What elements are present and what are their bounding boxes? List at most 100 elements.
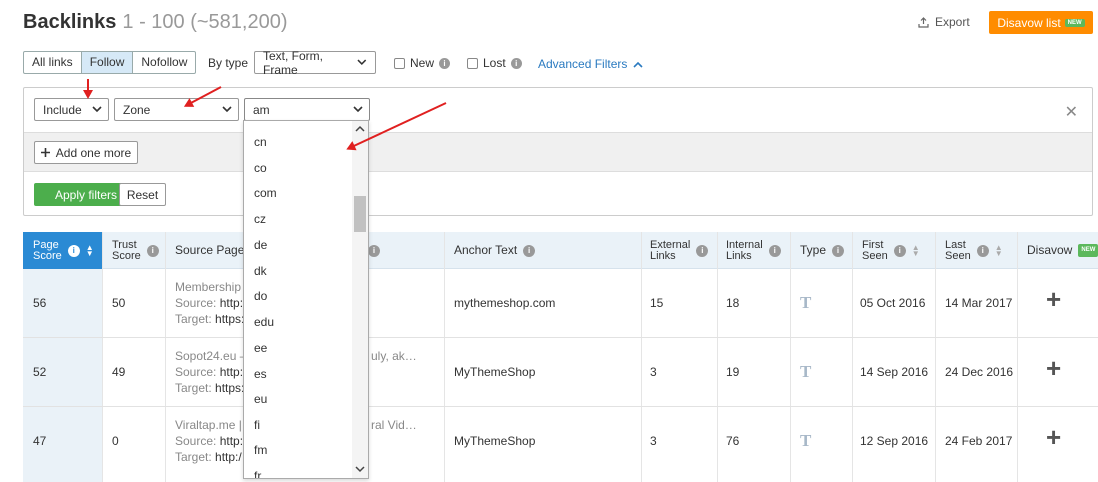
dropdown-scrollbar[interactable] <box>352 121 368 478</box>
last-seen: 24 Feb 2017 <box>945 434 1013 448</box>
new-badge: NEW <box>1064 18 1085 27</box>
zone-value-dropdown-list[interactable]: cn co com cz de dk do edu ee es eu fi fm… <box>243 120 369 479</box>
sort-icon[interactable]: ▲ ▼ <box>995 243 1003 257</box>
last-seen: 24 Dec 2016 <box>945 365 1014 379</box>
advanced-filters-toggle[interactable]: Advanced Filters <box>538 57 643 71</box>
header-trust-score-line2: Score <box>112 249 141 262</box>
source-title-tail: ral Vid… <box>371 418 417 432</box>
include-select[interactable]: Include <box>34 98 109 121</box>
text-type-icon: T <box>800 293 812 312</box>
col-first-seen[interactable]: First Seen i ▲ ▼ <box>862 232 932 269</box>
target-url-link[interactable]: http:/ <box>215 450 242 464</box>
lost-label: Lost <box>483 56 506 70</box>
col-disavow[interactable]: Disavow NEW <box>1027 232 1098 269</box>
lost-checkbox[interactable]: Lost i <box>467 56 522 70</box>
external-links: 3 <box>650 434 657 448</box>
disavow-list-label: Disavow list <box>997 15 1061 30</box>
target-key: Target: <box>175 450 212 464</box>
page-score: 47 <box>33 434 47 448</box>
dropdown-option[interactable]: eu <box>254 392 267 406</box>
zone-value-select[interactable]: am <box>244 98 370 121</box>
info-icon: i <box>696 244 709 257</box>
dropdown-option[interactable]: dk <box>254 264 267 278</box>
new-checkbox-box[interactable] <box>394 57 405 69</box>
header-type: Type <box>800 243 827 257</box>
col-last-seen[interactable]: Last Seen i ▲ ▼ <box>945 232 1015 269</box>
last-seen: 14 Mar 2017 <box>945 296 1013 310</box>
first-seen: 14 Sep 2016 <box>860 365 929 379</box>
header-last-seen-line2: Seen <box>945 249 971 262</box>
sort-icon[interactable]: ▲ ▼ <box>912 243 920 257</box>
info-icon: i <box>510 57 522 69</box>
add-disavow-icon[interactable]: + <box>1046 424 1061 450</box>
internal-links: 19 <box>726 365 740 379</box>
scrollbar-thumb[interactable] <box>354 196 366 232</box>
trust-score: 49 <box>112 365 126 379</box>
table-row: 52 49 Sopot24.eu – Source: http:/ Target… <box>23 338 1098 407</box>
dropdown-option[interactable]: fi <box>254 418 260 432</box>
dropdown-option[interactable]: fr <box>254 469 261 478</box>
close-icon[interactable]: ✕ <box>1065 102 1078 122</box>
source-title-link[interactable]: Viraltap.me | ( <box>175 417 249 433</box>
col-internal-links[interactable]: Internal Links i <box>726 232 796 269</box>
header-anchor-text: Anchor Text <box>454 243 518 257</box>
source-title-link[interactable]: Sopot24.eu – <box>175 348 248 364</box>
sort-icon[interactable]: ▲ ▼ <box>86 243 94 257</box>
target-key: Target: <box>175 381 212 395</box>
trust-score: 50 <box>112 296 126 310</box>
disavow-list-button[interactable]: Disavow list NEW <box>989 11 1093 34</box>
dropdown-option[interactable]: cn <box>254 135 267 149</box>
col-type[interactable]: Type i <box>800 232 855 269</box>
reset-button[interactable]: Reset <box>119 183 166 206</box>
tab-follow[interactable]: Follow <box>81 52 134 73</box>
lost-checkbox-box[interactable] <box>467 57 478 69</box>
header-disavow: Disavow <box>1027 243 1073 257</box>
advanced-filters-label: Advanced Filters <box>538 57 628 71</box>
internal-links: 76 <box>726 434 740 448</box>
chevron-down-icon <box>353 106 363 113</box>
chevron-down-icon <box>92 106 102 113</box>
dropdown-option[interactable]: ee <box>254 341 267 355</box>
add-one-more-button[interactable]: Add one more <box>34 141 138 164</box>
chevron-up-icon <box>633 61 643 68</box>
plus-icon <box>40 148 50 157</box>
text-type-icon: T <box>800 362 812 381</box>
col-anchor-text[interactable]: Anchor Text i <box>454 232 604 269</box>
info-icon: i <box>146 244 159 257</box>
scroll-up-icon[interactable] <box>355 125 365 132</box>
dropdown-option[interactable]: fm <box>254 443 267 457</box>
add-disavow-icon[interactable]: + <box>1046 286 1061 312</box>
header-internal-line2: Links <box>726 249 752 262</box>
export-icon <box>918 16 929 28</box>
info-icon: i <box>368 244 380 257</box>
col-external-links[interactable]: External Links i <box>650 232 720 269</box>
text-type-icon: T <box>800 431 812 450</box>
source-title-link[interactable]: Membership s <box>175 279 250 295</box>
source-page-cell: Membership s Source: http:/ Target: http… <box>175 279 250 327</box>
add-disavow-icon[interactable]: + <box>1046 355 1061 381</box>
dropdown-option[interactable]: de <box>254 238 267 252</box>
info-icon: i <box>976 244 989 257</box>
col-page-score[interactable]: Page Score i ▲ ▼ <box>23 232 102 269</box>
dropdown-option[interactable]: es <box>254 367 267 381</box>
dropdown-option[interactable]: co <box>254 161 267 175</box>
tab-all-links[interactable]: All links <box>24 52 82 73</box>
by-type-select[interactable]: Text, Form, Frame <box>254 49 376 77</box>
scroll-down-icon[interactable] <box>355 466 365 473</box>
source-title-tail: uly, ak… <box>371 349 417 363</box>
source-key: Source: <box>175 434 217 448</box>
source-key: Source: <box>175 296 217 310</box>
dropdown-option[interactable]: do <box>254 289 267 303</box>
source-page-cell: Viraltap.me | ( Source: http:/ Target: h… <box>175 417 249 465</box>
internal-links: 18 <box>726 296 740 310</box>
dropdown-option[interactable]: com <box>254 186 277 200</box>
anchor-text: mythemeshop.com <box>454 296 556 310</box>
dropdown-option[interactable]: edu <box>254 315 274 329</box>
tab-nofollow[interactable]: Nofollow <box>133 52 195 73</box>
new-checkbox[interactable]: New i <box>394 56 451 70</box>
info-icon: i <box>768 244 781 257</box>
zone-select[interactable]: Zone <box>114 98 239 121</box>
export-button[interactable]: Export <box>918 15 970 29</box>
dropdown-option[interactable]: cz <box>254 212 266 226</box>
info-icon: i <box>439 57 451 69</box>
